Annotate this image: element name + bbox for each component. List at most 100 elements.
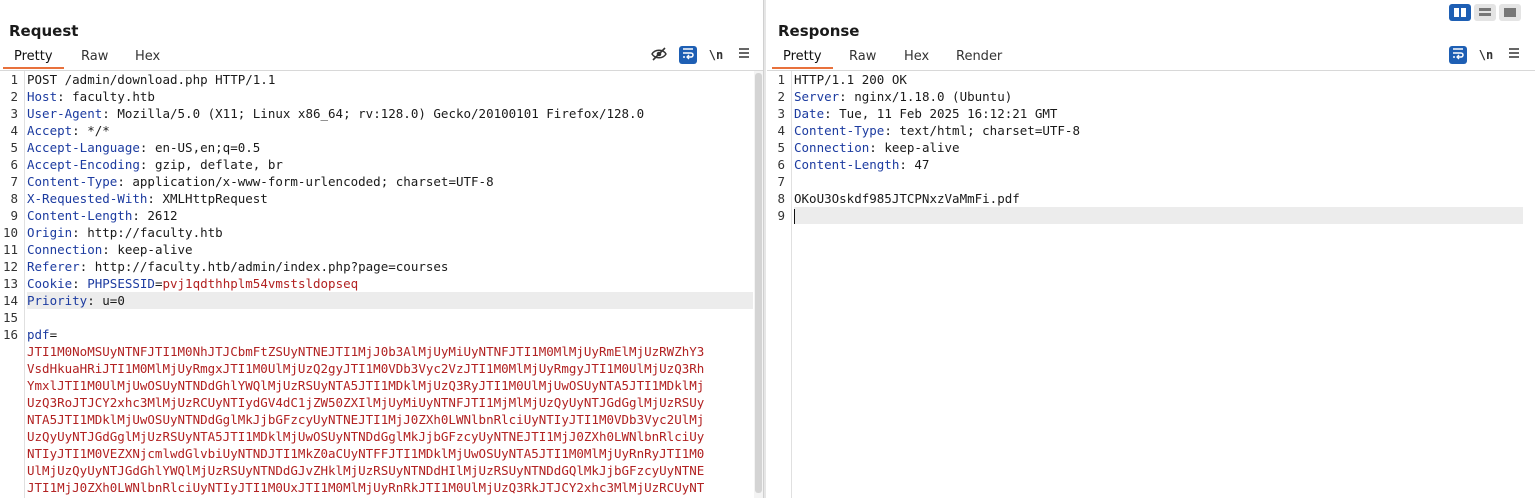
code-key: Connection (27, 242, 103, 257)
code-line[interactable]: pdf= (27, 326, 753, 343)
line-number: 16 (2, 327, 18, 342)
request-tabs: Pretty Raw Hex (0, 47, 763, 71)
split-vertical-icon[interactable] (1449, 4, 1471, 21)
request-tab-pretty[interactable]: Pretty (3, 47, 64, 69)
response-editor[interactable]: 123456789 HTTP/1.1 200 OK Server: nginx/1… (767, 71, 1535, 498)
code-line[interactable]: Content-Length: 2612 (27, 207, 753, 224)
code-value: : u=0 (87, 293, 125, 308)
code-line[interactable]: Cookie: PHPSESSID=pvj1qdthhplm54vmstsldo… (27, 275, 753, 292)
request-title: Request (9, 22, 79, 40)
code-line[interactable]: Content-Length: 47 (794, 156, 1523, 173)
code-line[interactable]: Origin: http://faculty.htb (27, 224, 753, 241)
code-line[interactable]: UlMjUzQyUyNTJGdGhlYWQlMjUzRSUyNTNDdGJvZH… (27, 462, 753, 479)
request-scrollbar-thumb[interactable] (755, 73, 762, 493)
code-line[interactable]: YmxlJTI1M0UlMjUwOSUyNTNDdGhlYWQlMjUzRSUy… (27, 377, 753, 394)
request-line-numbers: 1 2 3 4 5 6 7 8 9 10 11 12 13 14 15 16 (0, 71, 25, 498)
code-key: PHPSESSID (87, 276, 155, 291)
code-value: : application/x-www-form-urlencoded; cha… (117, 174, 494, 189)
code-line[interactable] (794, 207, 1523, 224)
request-editor[interactable]: 1 2 3 4 5 6 7 8 9 10 11 12 13 14 15 16 POST /admin/down… (0, 71, 763, 498)
code-key: Cookie (27, 276, 73, 291)
code-line[interactable]: Content-Type: application/x-www-form-url… (27, 173, 753, 190)
response-code[interactable]: HTTP/1.1 200 OK Server: nginx/1.18.0 (Ubu… (794, 71, 1523, 498)
word-wrap-icon[interactable] (679, 46, 697, 64)
code-line[interactable]: Content-Type: text/html; charset=UTF-8 (794, 122, 1523, 139)
line-number: 1 (777, 72, 785, 87)
code-value: POST /admin/download.php HTTP/1.1 (27, 72, 276, 87)
line-number: 1 (10, 72, 18, 87)
code-line[interactable]: POST /admin/download.php HTTP/1.1 (27, 71, 753, 88)
code-key: Content-Length (27, 208, 133, 223)
code-line[interactable]: Referer: http://faculty.htb/admin/index.… (27, 258, 753, 275)
line-number: 12 (2, 259, 18, 274)
code-line[interactable] (794, 173, 1523, 190)
line-number (0, 411, 18, 428)
line-number: 2 (777, 89, 785, 104)
split-horizontal-icon[interactable] (1474, 4, 1496, 21)
code-value: NTIyJTI1M0VEZXNjcmlwdGlvbiUyNTNDJTI1MkZ0… (27, 446, 705, 461)
code-line[interactable]: NTIyJTI1M0VEZXNjcmlwdGlvbiUyNTNDJTI1MkZ0… (27, 445, 753, 462)
request-scrollbar[interactable] (754, 71, 763, 498)
code-line[interactable]: X-Requested-With: XMLHttpRequest (27, 190, 753, 207)
code-value: : faculty.htb (57, 89, 155, 104)
line-number: 5 (10, 140, 18, 155)
layout-buttons (1449, 4, 1523, 22)
request-tab-hex[interactable]: Hex (124, 47, 171, 69)
code-line[interactable]: Accept-Language: en-US,en;q=0.5 (27, 139, 753, 156)
hide-eye-icon[interactable] (650, 46, 668, 64)
response-tab-raw[interactable]: Raw (838, 47, 887, 69)
line-number: 9 (777, 208, 785, 223)
word-wrap-icon[interactable] (1449, 46, 1467, 64)
line-number: 4 (777, 123, 785, 138)
menu-icon[interactable] (735, 46, 753, 64)
pane-divider[interactable] (763, 0, 766, 498)
code-line[interactable]: HTTP/1.1 200 OK (794, 71, 1523, 88)
line-number: 14 (2, 293, 18, 308)
code-key: pdf (27, 327, 50, 342)
code-key: Content-Length (794, 157, 900, 172)
response-toolbar: \n (1449, 46, 1527, 66)
single-pane-icon[interactable] (1499, 4, 1521, 21)
code-key: User-Agent (27, 106, 103, 121)
code-line[interactable]: Date: Tue, 11 Feb 2025 16:12:21 GMT (794, 105, 1523, 122)
response-tabs: Pretty Raw Hex Render (767, 47, 1535, 71)
request-code[interactable]: POST /admin/download.php HTTP/1.1 Host: f… (27, 71, 753, 498)
code-value: : */* (72, 123, 110, 138)
code-value: : gzip, deflate, br (139, 157, 283, 172)
request-toolbar: \n (650, 46, 755, 66)
code-line[interactable]: VsdHkuaHRiJTI1M0MlMjUyRmgxJTI1M0UlMjUzQ2… (27, 360, 753, 377)
code-line[interactable]: Connection: keep-alive (794, 139, 1523, 156)
line-number (0, 428, 18, 445)
code-line[interactable]: Accept-Encoding: gzip, deflate, br (27, 156, 753, 173)
code-line[interactable]: UzQ3RoJTJCY2xhc3MlMjUzRCUyNTIydGV4dC1jZW… (27, 394, 753, 411)
code-line[interactable]: Priority: u=0 (27, 292, 753, 309)
request-tab-raw[interactable]: Raw (70, 47, 119, 69)
code-value: = (49, 327, 58, 342)
code-line[interactable]: Host: faculty.htb (27, 88, 753, 105)
code-line[interactable]: NTA5JTI1MDklMjUwOSUyNTNDdGglMkJjbGFzcyUy… (27, 411, 753, 428)
code-line[interactable]: JTI1MjJ0ZXh0LWNlbnRlciUyNTIyJTI1M0UxJTI1… (27, 479, 753, 496)
code-line[interactable]: Server: nginx/1.18.0 (Ubuntu) (794, 88, 1523, 105)
newline-icon[interactable]: \n (1477, 46, 1495, 64)
line-number (0, 445, 18, 462)
line-number: 8 (10, 191, 18, 206)
menu-icon[interactable] (1505, 46, 1523, 64)
response-tab-hex[interactable]: Hex (893, 47, 940, 69)
code-line[interactable]: User-Agent: Mozilla/5.0 (X11; Linux x86_… (27, 105, 753, 122)
code-line[interactable]: UzQyUyNTJGdGglMjUzRSUyNTA5JTI1MDklMjUwOS… (27, 428, 753, 445)
response-tab-render[interactable]: Render (945, 47, 1013, 69)
code-key: Connection (794, 140, 870, 155)
code-line[interactable]: Accept: */* (27, 122, 753, 139)
code-value: : keep-alive (869, 140, 960, 155)
code-value: : XMLHttpRequest (147, 191, 268, 206)
code-line[interactable] (27, 309, 753, 326)
line-number: 6 (777, 157, 785, 172)
code-line[interactable]: Connection: keep-alive (27, 241, 753, 258)
response-tab-pretty[interactable]: Pretty (772, 47, 833, 69)
code-value: JTI1M0NoMSUyNTNFJTI1M0NhJTJCbmFtZSUyNTNE… (27, 344, 705, 359)
code-line[interactable]: JTI1M0NoMSUyNTNFJTI1M0NhJTJCbmFtZSUyNTNE… (27, 343, 753, 360)
code-value: : 2612 (132, 208, 178, 223)
code-line[interactable]: OKoU3Oskdf985JTCPNxzVaMmFi.pdf (794, 190, 1523, 207)
line-number (0, 479, 18, 496)
newline-icon[interactable]: \n (707, 46, 725, 64)
